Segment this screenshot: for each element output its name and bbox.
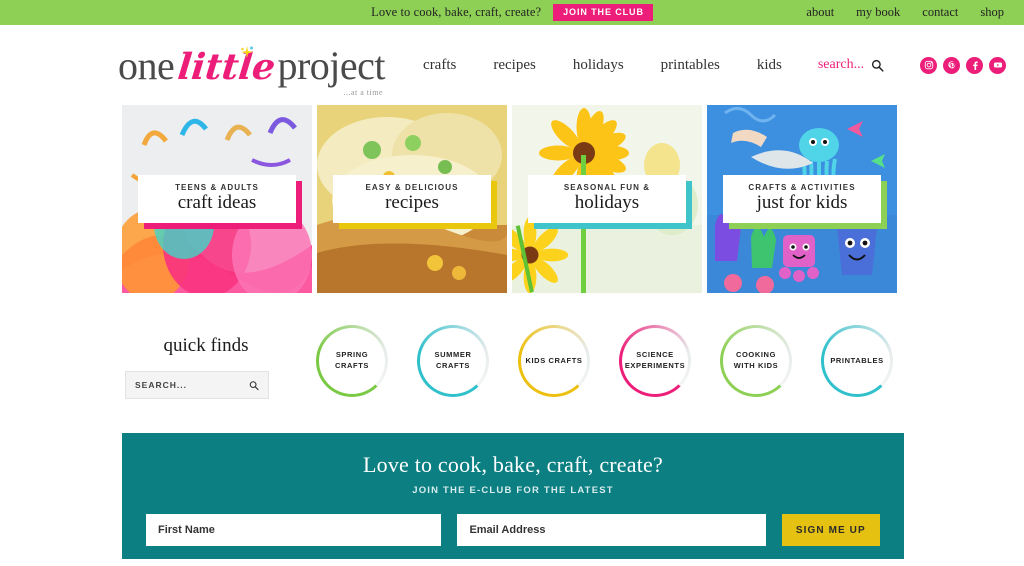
just-for-kids-label-wrap: CRAFTS & ACTIVITIES just for kids [723, 175, 887, 229]
quick-find-label: SUMMER CRAFTS [434, 350, 472, 370]
category-card-craft-ideas[interactable]: TEENS & ADULTS craft ideas [122, 105, 312, 293]
quick-find-label: KIDS CRAFTS [525, 355, 583, 365]
logo-text-one: one [118, 42, 175, 88]
quick-find-label: SPRING CRAFTS [334, 350, 369, 370]
logo-text-project: project [277, 42, 386, 88]
just-for-kids-label: CRAFTS & ACTIVITIES just for kids [723, 175, 881, 223]
social-links [920, 56, 1007, 74]
holidays-kicker: SEASONAL FUN & [563, 183, 651, 192]
quick-finds-circles: SPRING CRAFTS SUMMER CRAFTS KIDS CRAFTS … [316, 325, 893, 397]
eclub-title: Love to cook, bake, craft, create? [363, 452, 663, 477]
email-address-input[interactable] [457, 514, 766, 546]
quick-finds-search[interactable] [125, 371, 269, 399]
top-promo-bar: Love to cook, bake, craft, create? JOIN … [0, 0, 1024, 25]
just-for-kids-title: just for kids [756, 192, 848, 213]
facebook-icon[interactable] [966, 56, 984, 74]
youtube-icon[interactable] [989, 56, 1007, 74]
quick-finds-section: quick finds SPRING CRAFTS SUMMER CRAFTS … [122, 325, 1024, 399]
main-navigation: crafts recipes holidays printables kids [423, 57, 782, 74]
eclub-subtitle: JOIN THE E-CLUB FOR THE LATEST [412, 485, 614, 496]
utility-link-contact[interactable]: contact [922, 5, 958, 20]
sign-me-up-button[interactable]: SIGN ME UP [781, 514, 880, 546]
category-card-recipes[interactable]: EASY & DELICIOUS recipes [317, 105, 507, 293]
category-cards: TEENS & ADULTS craft ideas EASY & DELICI… [122, 105, 1024, 293]
join-the-club-button[interactable]: JOIN THE CLUB [553, 4, 653, 21]
holidays-title: holidays [574, 192, 640, 213]
quick-find-label: PRINTABLES [830, 355, 884, 365]
craft-ideas-label: TEENS & ADULTS craft ideas [138, 175, 296, 223]
recipes-kicker: EASY & DELICIOUS [365, 183, 459, 192]
category-card-just-for-kids[interactable]: CRAFTS & ACTIVITIES just for kids [707, 105, 897, 293]
logo-text-little: little [176, 45, 278, 88]
quick-finds-heading: quick finds [163, 335, 249, 356]
craft-ideas-kicker: TEENS & ADULTS [175, 183, 259, 192]
first-name-input[interactable] [146, 514, 442, 546]
recipes-title: recipes [385, 192, 439, 213]
site-logo[interactable]: one little project ...at a time [118, 42, 386, 97]
promo-tagline: Love to cook, bake, craft, create? [371, 5, 542, 19]
search-icon[interactable] [871, 59, 884, 72]
eclub-signup-section: Love to cook, bake, craft, create? JOIN … [122, 433, 904, 559]
quick-find-summer-crafts[interactable]: SUMMER CRAFTS [417, 325, 489, 397]
quick-find-label: SCIENCE EXPERIMENTS [624, 350, 686, 370]
instagram-icon[interactable] [920, 56, 938, 74]
utility-link-about[interactable]: about [806, 5, 834, 20]
utility-link-my-book[interactable]: my book [856, 5, 900, 20]
nav-item-holidays[interactable]: holidays [573, 57, 624, 74]
craft-ideas-title: craft ideas [177, 192, 257, 213]
quick-find-label: COOKING WITH KIDS [733, 350, 779, 370]
nav-item-recipes[interactable]: recipes [493, 57, 535, 74]
quick-find-spring-crafts[interactable]: SPRING CRAFTS [316, 325, 388, 397]
holidays-label-wrap: SEASONAL FUN & holidays [528, 175, 692, 229]
logo-tagline: ...at a time [343, 87, 384, 97]
category-card-holidays[interactable]: SEASONAL FUN & holidays [512, 105, 702, 293]
recipes-label: EASY & DELICIOUS recipes [333, 175, 491, 223]
site-header: one little project ...at a time crafts r… [0, 25, 1024, 105]
eclub-form: SIGN ME UP [146, 514, 880, 546]
quick-find-kids-crafts[interactable]: KIDS CRAFTS [518, 325, 590, 397]
pinterest-icon[interactable] [943, 56, 961, 74]
quick-finds-search-input[interactable] [135, 380, 249, 390]
just-for-kids-kicker: CRAFTS & ACTIVITIES [748, 183, 856, 192]
quick-find-cooking-with-kids[interactable]: COOKING WITH KIDS [720, 325, 792, 397]
recipes-label-wrap: EASY & DELICIOUS recipes [333, 175, 497, 229]
quick-find-printables[interactable]: PRINTABLES [821, 325, 893, 397]
quick-find-science-experiments[interactable]: SCIENCE EXPERIMENTS [619, 325, 691, 397]
craft-ideas-label-wrap: TEENS & ADULTS craft ideas [138, 175, 302, 229]
header-search-toggle[interactable]: search... [818, 57, 884, 73]
nav-item-kids[interactable]: kids [757, 57, 782, 74]
utility-nav: about my book contact shop [806, 5, 1004, 20]
holidays-label: SEASONAL FUN & holidays [528, 175, 686, 223]
nav-item-crafts[interactable]: crafts [423, 57, 456, 74]
utility-link-shop[interactable]: shop [980, 5, 1004, 20]
search-icon[interactable] [249, 380, 259, 391]
quick-finds-left: quick finds [122, 325, 290, 399]
search-label: search... [817, 57, 865, 72]
nav-item-printables[interactable]: printables [661, 57, 720, 74]
